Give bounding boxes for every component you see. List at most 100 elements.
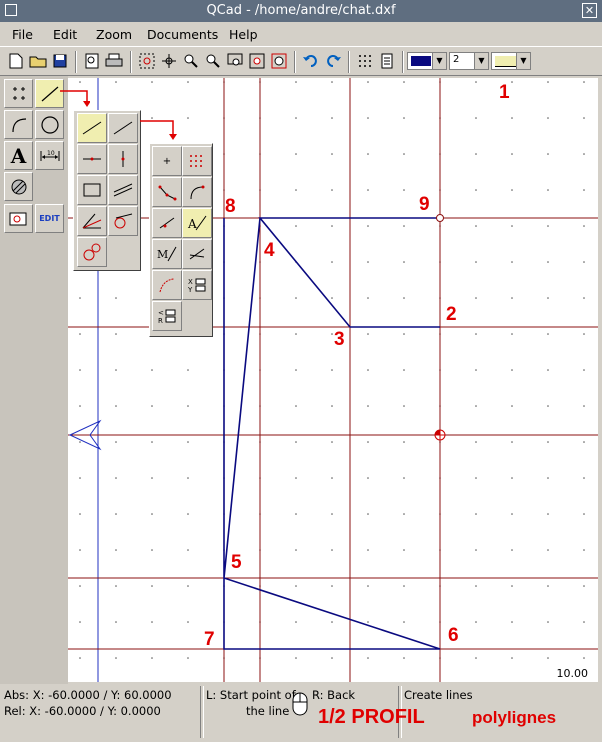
close-window-button[interactable]: ✕ bbox=[582, 3, 597, 18]
grid-dot bbox=[331, 153, 333, 155]
zoom-auto-icon[interactable] bbox=[159, 51, 179, 71]
grid-dot bbox=[187, 549, 189, 551]
relative-coordinates: Rel: X: -60.0000 / Y: 0.0000 bbox=[4, 704, 161, 718]
grid-dot bbox=[115, 513, 117, 515]
polyline-spline-icon[interactable] bbox=[152, 270, 182, 300]
grid-toggle-icon[interactable] bbox=[355, 51, 375, 71]
grid-dot bbox=[547, 261, 549, 263]
grid-dot bbox=[475, 549, 477, 551]
line-circle-tangent-icon[interactable] bbox=[77, 237, 107, 267]
grid-dot bbox=[403, 81, 405, 83]
menu-file[interactable]: File bbox=[12, 27, 33, 42]
grid-dot bbox=[547, 297, 549, 299]
current-action: Create lines bbox=[404, 688, 473, 702]
line-horizontal-icon[interactable] bbox=[77, 144, 107, 174]
grid-dot bbox=[403, 477, 405, 479]
flyout-connector-2 bbox=[140, 118, 180, 144]
zoom-in-icon[interactable] bbox=[181, 51, 201, 71]
grid-dot bbox=[295, 297, 297, 299]
line-type-select[interactable]: ▼ bbox=[491, 52, 531, 70]
text-tool-icon[interactable]: A bbox=[4, 141, 33, 170]
redo-icon[interactable] bbox=[323, 51, 343, 71]
arcs-tool-icon[interactable] bbox=[4, 110, 33, 139]
grid-dot bbox=[295, 621, 297, 623]
line-width-select[interactable]: 2 ▼ bbox=[449, 52, 489, 70]
grid-dot bbox=[331, 369, 333, 371]
grid-dot bbox=[331, 513, 333, 515]
redraw-icon[interactable] bbox=[137, 51, 157, 71]
grid-dot bbox=[115, 81, 117, 83]
zoom-pan-icon[interactable] bbox=[247, 51, 267, 71]
polyline-arc-icon[interactable] bbox=[182, 177, 212, 207]
points-tool-icon[interactable] bbox=[4, 79, 33, 108]
grid-dot bbox=[403, 225, 405, 227]
polyline-angle-icon[interactable]: A bbox=[182, 208, 212, 238]
menu-help[interactable]: Help bbox=[229, 27, 258, 42]
grid-dot bbox=[295, 549, 297, 551]
grid-dot bbox=[367, 261, 369, 263]
menu-documents[interactable]: Documents bbox=[147, 27, 218, 42]
polyline-tangent-icon[interactable] bbox=[152, 208, 182, 238]
print-icon[interactable] bbox=[104, 51, 124, 71]
grid-dot bbox=[511, 369, 513, 371]
menu-zoom[interactable]: Zoom bbox=[96, 27, 132, 42]
point-label-8: 8 bbox=[225, 196, 236, 217]
line-angle-icon[interactable] bbox=[108, 113, 138, 143]
polyline-point-icon[interactable]: + bbox=[152, 146, 182, 176]
grid-dot bbox=[511, 261, 513, 263]
polyline-nodes-icon[interactable] bbox=[152, 177, 182, 207]
save-file-icon[interactable] bbox=[50, 51, 70, 71]
menu-edit[interactable]: Edit bbox=[53, 27, 77, 42]
svg-text:Y: Y bbox=[187, 286, 193, 294]
grid-dot bbox=[475, 117, 477, 119]
grid-dot bbox=[547, 81, 549, 83]
grid-dot bbox=[115, 369, 117, 371]
line-2points-icon[interactable] bbox=[77, 113, 107, 143]
rectangle-icon[interactable] bbox=[77, 175, 107, 205]
hatch-tool-icon[interactable] bbox=[4, 172, 33, 201]
grid-dot bbox=[547, 621, 549, 623]
grid-dot bbox=[79, 585, 81, 587]
grid-dot bbox=[331, 585, 333, 587]
grid-dot bbox=[583, 225, 585, 227]
svg-text:<: < bbox=[158, 309, 164, 317]
polyline-xy-icon[interactable]: XY bbox=[182, 270, 212, 300]
grid-dot bbox=[475, 189, 477, 191]
edit-view-tool-icon[interactable] bbox=[4, 204, 33, 233]
grid-dot bbox=[367, 585, 369, 587]
polyline-grid-icon[interactable] bbox=[182, 146, 212, 176]
grid-dot bbox=[115, 405, 117, 407]
grid-dot bbox=[367, 297, 369, 299]
grid-dot bbox=[511, 153, 513, 155]
polyline-mirror-icon[interactable]: M bbox=[152, 239, 182, 269]
zoom-out-icon[interactable] bbox=[203, 51, 223, 71]
grid-dot bbox=[511, 441, 513, 443]
line-bisector-icon[interactable] bbox=[77, 206, 107, 236]
polyline-trim-icon[interactable] bbox=[182, 239, 212, 269]
edit-tool-button[interactable]: EDIT bbox=[35, 204, 64, 233]
drawing-canvas[interactable]: 1 2 3 4 5 6 7 8 9 10.00 bbox=[68, 78, 598, 682]
color-select[interactable]: ▼ bbox=[407, 52, 447, 70]
grid-dot bbox=[79, 297, 81, 299]
zoom-previous-icon[interactable] bbox=[269, 51, 289, 71]
line-tangent-icon[interactable] bbox=[108, 206, 138, 236]
dimensions-tool-icon[interactable]: 10 bbox=[35, 141, 64, 170]
grid-dot bbox=[475, 405, 477, 407]
grid-dot bbox=[511, 81, 513, 83]
open-file-icon[interactable] bbox=[28, 51, 48, 71]
line-parallel-icon[interactable] bbox=[108, 175, 138, 205]
polyline-flyout-panel: + A M XY < R bbox=[149, 143, 213, 337]
line-vertical-icon[interactable] bbox=[108, 144, 138, 174]
drawing-svg[interactable] bbox=[68, 78, 598, 682]
polyline-polar-icon[interactable]: < R bbox=[152, 301, 182, 331]
grid-dot bbox=[511, 189, 513, 191]
undo-icon[interactable] bbox=[301, 51, 321, 71]
grid-dot bbox=[475, 477, 477, 479]
print-preview-icon[interactable] bbox=[82, 51, 102, 71]
point-label-4: 4 bbox=[264, 240, 275, 261]
circles-tool-icon[interactable] bbox=[35, 110, 64, 139]
new-file-icon[interactable] bbox=[6, 51, 26, 71]
grid-dot bbox=[151, 621, 153, 623]
zoom-window-icon[interactable] bbox=[225, 51, 245, 71]
layer-list-icon[interactable] bbox=[377, 51, 397, 71]
